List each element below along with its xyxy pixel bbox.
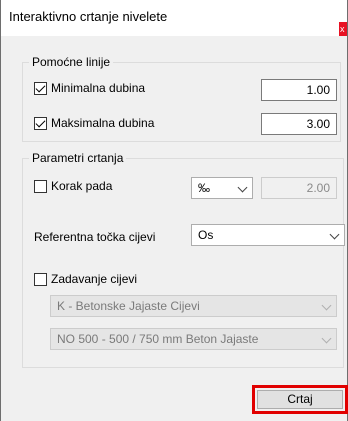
draw-button-label: Crtaj (287, 392, 313, 406)
korak-pada-field[interactable]: 2.00 (261, 177, 337, 199)
max-depth-checkbox-row[interactable]: Maksimalna dubina (34, 116, 154, 130)
min-depth-checkbox-row[interactable]: Minimalna dubina (34, 81, 145, 95)
zadavanje-checkbox[interactable] (34, 272, 47, 286)
close-button[interactable]: x (339, 22, 347, 36)
pipe-type-value: K - Betonske Jajaste Cijevi (57, 299, 200, 313)
max-depth-checkbox[interactable] (34, 116, 47, 130)
referentna-select[interactable]: Os (191, 224, 345, 246)
max-depth-field[interactable]: 3.00 (261, 113, 337, 135)
zadavanje-checkbox-row[interactable]: Zadavanje cijevi (34, 272, 137, 286)
zadavanje-label: Zadavanje cijevi (51, 272, 138, 286)
chevron-down-icon (237, 182, 248, 193)
korak-pada-checkbox[interactable] (34, 179, 47, 193)
pipe-type-select[interactable]: K - Betonske Jajaste Cijevi (50, 295, 337, 317)
pipe-size-value: NO 500 - 500 / 750 mm Beton Jajaste (57, 332, 259, 346)
min-depth-field[interactable]: 1.00 (261, 79, 337, 101)
group-legend: Parametri crtanja (29, 151, 127, 165)
dialog-window: Interaktivno crtanje nivelete x Pomoćne … (0, 0, 348, 421)
chevron-down-icon (321, 333, 332, 344)
unit-select[interactable]: ‰ (191, 177, 253, 199)
referentna-label: Referentna točka cijevi (34, 230, 156, 244)
min-depth-checkbox[interactable] (34, 81, 47, 95)
title-bar: Interaktivno crtanje nivelete x (1, 0, 347, 36)
close-icon: x (340, 24, 345, 34)
chevron-down-icon (321, 300, 332, 311)
pipe-size-select[interactable]: NO 500 - 500 / 750 mm Beton Jajaste (50, 328, 337, 350)
chevron-down-icon (329, 229, 340, 240)
draw-button[interactable]: Crtaj (257, 390, 343, 409)
min-depth-label: Minimalna dubina (51, 81, 146, 95)
korak-pada-label: Korak pada (51, 179, 113, 193)
referentna-select-value: Os (198, 228, 214, 242)
window-title: Interaktivno crtanje nivelete (9, 9, 168, 24)
group-legend: Pomoćne linije (29, 55, 114, 69)
max-depth-label: Maksimalna dubina (51, 116, 155, 130)
korak-pada-checkbox-row[interactable]: Korak pada (34, 179, 112, 193)
unit-select-value: ‰ (198, 181, 210, 195)
